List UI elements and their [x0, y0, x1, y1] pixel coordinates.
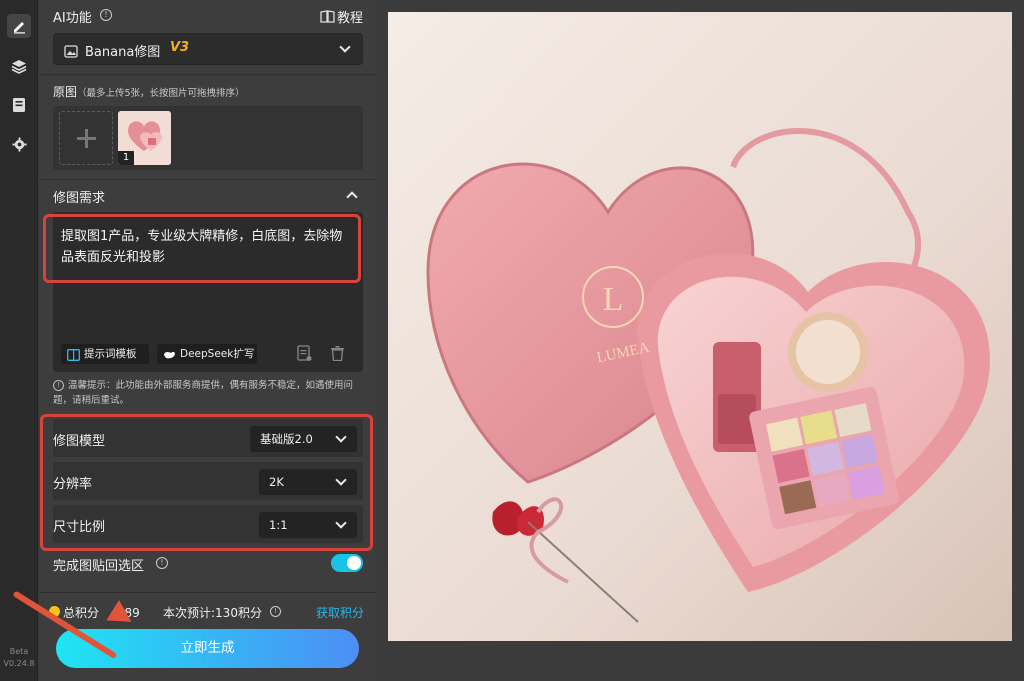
- version-tag: Beta: [9, 647, 29, 656]
- chevron-down-icon: [339, 41, 351, 53]
- tool-rail: Beta V0.24.8: [0, 0, 38, 681]
- tutorial-link[interactable]: 教程: [337, 7, 363, 26]
- book-icon: [67, 348, 80, 368]
- prompt-highlight-box: [43, 214, 361, 283]
- layers-icon[interactable]: [7, 54, 31, 78]
- service-notice: 温馨提示：此功能由外部服务商提供，偶有服务不稳定，如遇使用问题，请稍后重试。: [53, 380, 354, 406]
- tutorial-book-icon: [320, 8, 335, 27]
- history-icon[interactable]: [297, 345, 312, 366]
- source-hint: （最多上传5张，长按图片可拖拽排序）: [77, 88, 245, 99]
- deepseek-expand-button[interactable]: DeepSeek扩写: [157, 344, 257, 364]
- source-thumbnail[interactable]: 1: [118, 111, 171, 165]
- ai-model-name: Banana修图: [85, 45, 161, 60]
- thumbnail-index: 1: [118, 151, 134, 165]
- chevron-up-icon[interactable]: [346, 191, 358, 203]
- side-panel: AI功能 ! 教程 Banana修图 V3 原图（最多上传5张，长按图片可拖拽排…: [39, 0, 376, 681]
- divider: [39, 592, 376, 593]
- settings-highlight-box: [40, 414, 373, 551]
- gear-icon[interactable]: [7, 132, 31, 156]
- credits-total-label: 总积分: [63, 606, 100, 620]
- paste-back-toggle[interactable]: [331, 554, 363, 572]
- paste-back-label: 完成图贴回选区: [53, 559, 145, 574]
- prompt-template-button[interactable]: 提示词模板: [61, 344, 149, 364]
- trash-icon[interactable]: [331, 346, 344, 365]
- ai-model-select[interactable]: Banana修图 V3: [53, 33, 363, 65]
- get-credits-link[interactable]: 获取积分: [316, 604, 364, 621]
- whale-icon: [163, 348, 176, 368]
- ai-model-version: V3: [170, 40, 190, 55]
- image-edit-icon: [64, 43, 78, 62]
- canvas-area: L LUMEA: [376, 0, 1024, 681]
- prompt-template-label: 提示词模板: [84, 348, 137, 360]
- source-image-tray: 1: [53, 106, 363, 170]
- credits-estimate: 本次预计:130积分: [163, 606, 262, 620]
- divider: [39, 74, 376, 75]
- request-section-title: 修图需求: [53, 191, 106, 206]
- divider: [39, 179, 376, 180]
- info-icon[interactable]: !: [270, 606, 281, 617]
- source-label: 原图: [53, 85, 78, 99]
- notebook-icon[interactable]: [7, 93, 31, 117]
- ai-feature-label: AI功能: [53, 11, 92, 26]
- info-icon[interactable]: !: [100, 9, 112, 21]
- source-section-title: 原图（最多上传5张，长按图片可拖拽排序）: [53, 81, 245, 100]
- version-number: V0.24.8: [3, 659, 35, 668]
- info-icon[interactable]: !: [156, 557, 168, 569]
- pencil-icon[interactable]: [7, 14, 31, 38]
- add-image-button[interactable]: [59, 111, 113, 165]
- deepseek-label: DeepSeek扩写: [180, 348, 255, 360]
- brand-monogram: L: [603, 281, 624, 318]
- preview-image[interactable]: L LUMEA: [388, 12, 1012, 641]
- gift-box-product-photo: L LUMEA: [388, 12, 1012, 641]
